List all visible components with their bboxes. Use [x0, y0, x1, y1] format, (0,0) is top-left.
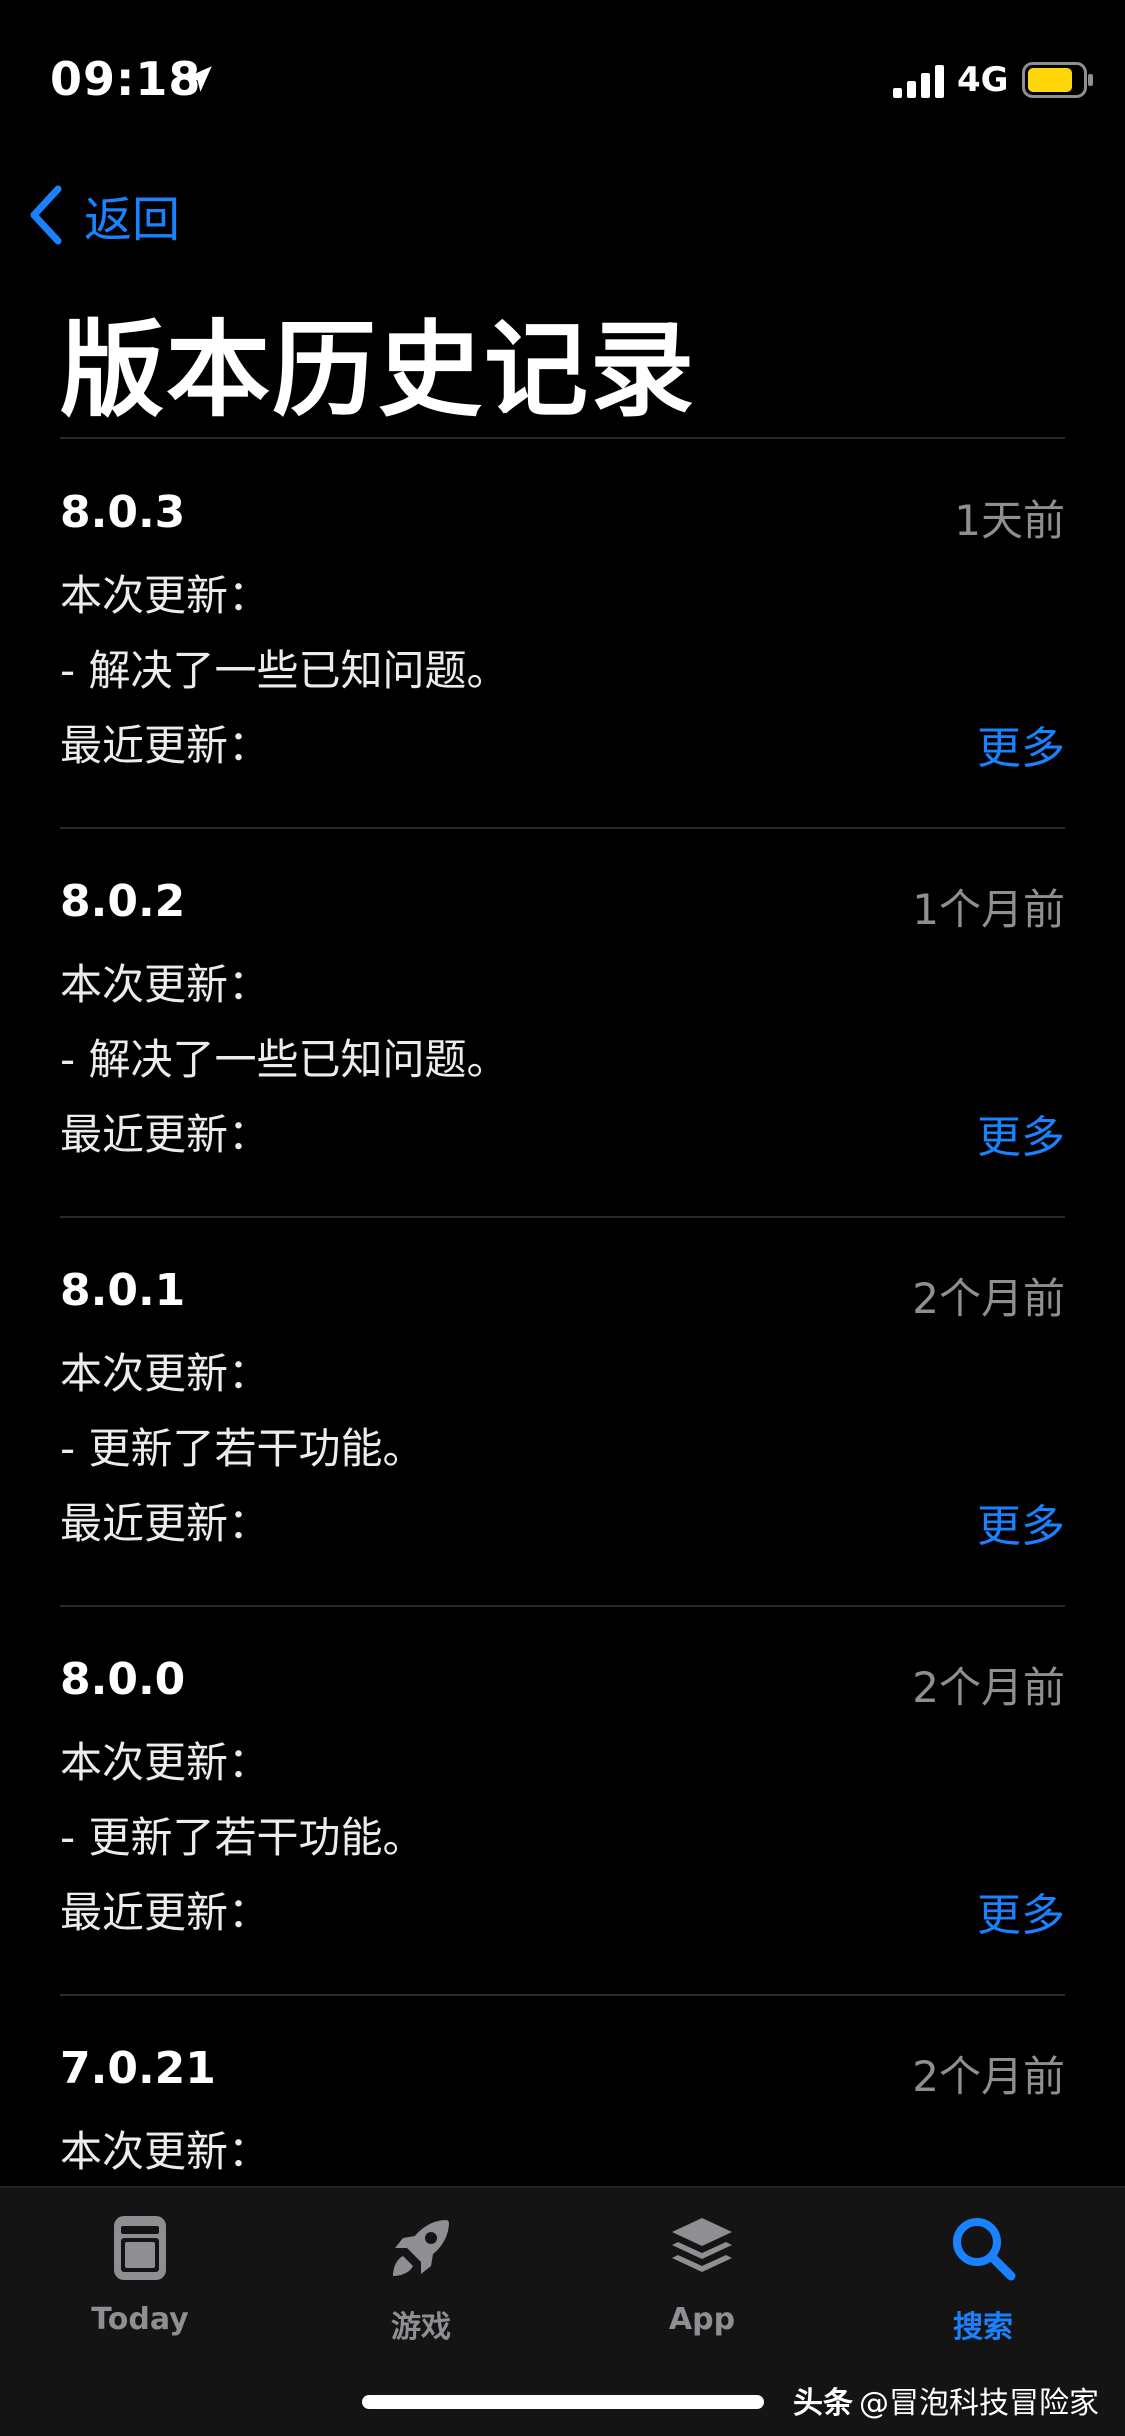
tab-today[interactable]: Today	[40, 2212, 240, 2362]
rocket-icon	[393, 2220, 449, 2276]
watermark-brand: 头条	[793, 2386, 853, 2421]
more-button[interactable]: 更多	[977, 1879, 1065, 1943]
chevron-left-icon	[30, 185, 62, 245]
network-type: 4G	[957, 60, 1009, 100]
layers-icon	[672, 2218, 732, 2272]
search-icon	[953, 2218, 1016, 2281]
release-notes-text: - 更新了若干功能。	[60, 1813, 425, 1862]
release-notes-heading: 本次更新：	[60, 571, 271, 620]
version-number: 8.0.0	[60, 1654, 186, 1705]
more-button[interactable]: 更多	[977, 1490, 1065, 1554]
title-divider	[60, 437, 1065, 439]
release-notes-text: - 解决了一些已知问题。	[60, 646, 509, 695]
status-bar: 09:18 4G	[0, 0, 1125, 140]
release-notes-heading: 本次更新：	[60, 1349, 271, 1398]
back-label: 返回	[84, 192, 181, 248]
page-title: 版本历史记录	[60, 309, 697, 431]
tab-label: 搜索	[953, 2310, 1013, 2345]
version-number: 8.0.1	[60, 1265, 186, 1316]
watermark-handle: @冒泡科技冒险家	[859, 2386, 1099, 2421]
cellular-signal-icon	[893, 65, 944, 98]
status-time: 09:18	[50, 52, 202, 106]
recent-updates-heading: 最近更新：	[60, 721, 271, 770]
more-button[interactable]: 更多	[977, 712, 1065, 776]
release-notes-text: - 更新了若干功能。	[60, 1424, 425, 1473]
version-number: 8.0.3	[60, 487, 186, 538]
version-item: 8.0.2 1个月前 本次更新： - 解决了一些已知问题。 最近更新： 更多	[60, 829, 1065, 1218]
home-indicator[interactable]	[362, 2395, 764, 2409]
release-notes-heading: 本次更新：	[60, 1738, 271, 1787]
version-history-list: 8.0.3 1天前 本次更新： - 解决了一些已知问题。 最近更新： 更多 8.…	[60, 440, 1065, 2190]
version-date: 1个月前	[912, 885, 1065, 934]
tab-search[interactable]: 搜索	[883, 2212, 1083, 2362]
recent-updates-heading: 最近更新：	[60, 1110, 271, 1159]
tab-label: App	[668, 2302, 736, 2337]
version-item: 8.0.0 2个月前 本次更新： - 更新了若干功能。 最近更新： 更多	[60, 1607, 1065, 1996]
tab-label: 游戏	[391, 2310, 451, 2345]
release-notes-heading: 本次更新：	[60, 2127, 271, 2176]
version-date: 2个月前	[912, 1274, 1065, 1323]
location-arrow-icon	[186, 66, 212, 92]
version-date: 1天前	[954, 496, 1065, 545]
recent-updates-heading: 最近更新：	[60, 1499, 271, 1548]
version-date: 2个月前	[912, 2052, 1065, 2101]
release-notes-heading: 本次更新：	[60, 960, 271, 1009]
recent-updates-heading: 最近更新：	[60, 1888, 271, 1937]
battery-icon	[1022, 62, 1093, 98]
version-number: 7.0.21	[60, 2043, 216, 2094]
app-screen: 09:18 4G 返回 版本历史记录 8.0.3 1天前 本次更新： - 解决了	[0, 0, 1125, 2436]
release-notes-text: - 解决了一些已知问题。	[60, 1035, 509, 1084]
more-button[interactable]: 更多	[977, 1101, 1065, 1165]
version-item: 8.0.1 2个月前 本次更新： - 更新了若干功能。 最近更新： 更多	[60, 1218, 1065, 1607]
tab-games[interactable]: 游戏	[321, 2212, 521, 2362]
version-item: 7.0.21 2个月前 本次更新：	[60, 1996, 1065, 2190]
version-item: 8.0.3 1天前 本次更新： - 解决了一些已知问题。 最近更新： 更多	[60, 440, 1065, 829]
version-date: 2个月前	[912, 1663, 1065, 1712]
back-button[interactable]: 返回	[26, 180, 180, 250]
today-icon	[114, 2216, 166, 2280]
tab-label: Today	[91, 2302, 189, 2337]
tab-apps[interactable]: App	[602, 2212, 802, 2362]
watermark: 头条 @冒泡科技冒险家	[793, 2378, 1099, 2422]
version-number: 8.0.2	[60, 876, 186, 927]
